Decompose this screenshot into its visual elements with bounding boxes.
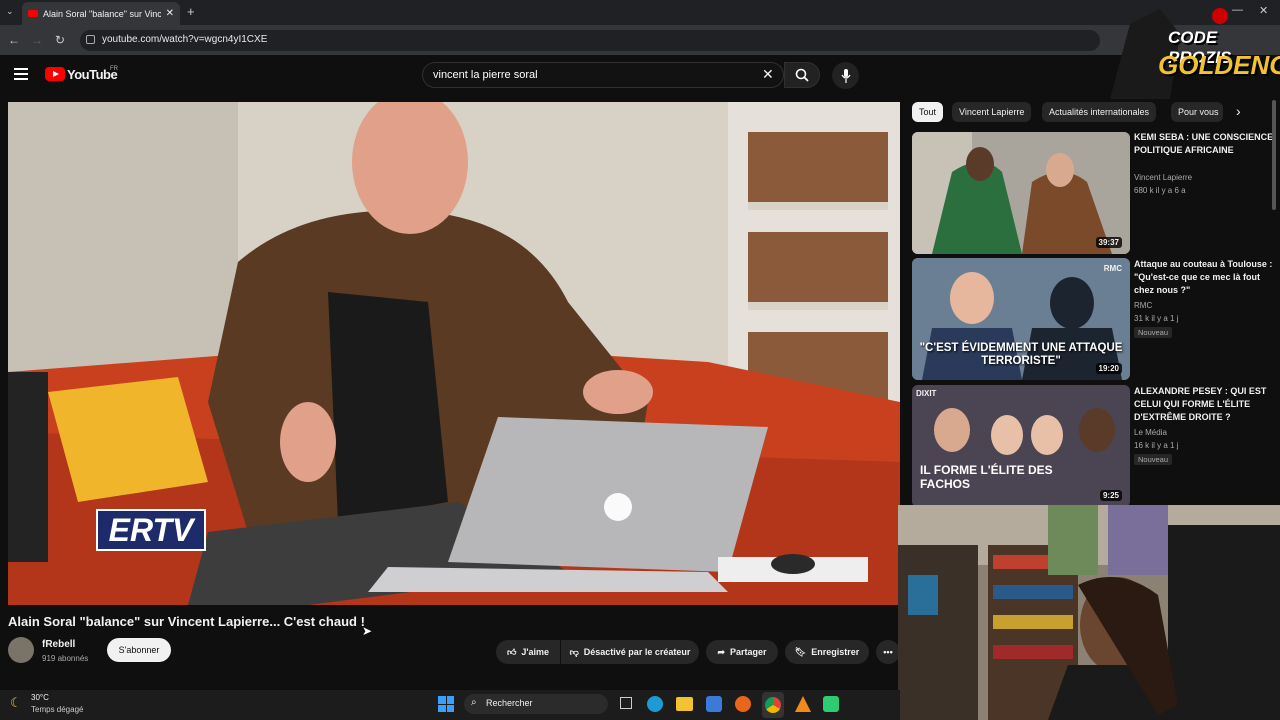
search-icon <box>795 68 809 82</box>
youtube-logo-icon[interactable] <box>45 67 65 81</box>
thumbnail-caption: "C'EST ÉVIDEMMENT UNE ATTAQUE TERRORISTE… <box>919 342 1123 367</box>
chip-all[interactable]: Tout <box>912 102 944 122</box>
voice-search-button[interactable] <box>832 62 859 89</box>
chip-label: Pour vous <box>1178 107 1219 117</box>
thumbnail-tag: RMC <box>1103 264 1122 273</box>
url-text: youtube.com/watch?v=wgcn4yI1CXE <box>102 34 268 45</box>
dislike-button[interactable]: 👎︎ Désactivé par le créateur <box>561 640 699 664</box>
share-icon: ➦ <box>717 646 725 657</box>
related-channel-3[interactable]: Le Média <box>1134 426 1167 439</box>
firefox-icon[interactable] <box>735 696 751 712</box>
new-badge: Nouveau <box>1134 454 1173 465</box>
video-title: Alain Soral "balance" sur Vincent Lapier… <box>8 614 365 629</box>
youtube-favicon-icon <box>28 10 38 17</box>
scrollbar[interactable] <box>1272 100 1276 210</box>
menu-icon[interactable] <box>14 68 28 80</box>
chrome-taskbar-item[interactable] <box>762 692 784 718</box>
temperature: 30°C <box>31 693 49 702</box>
dislike-label: Désactivé par le créateur <box>583 647 691 657</box>
file-explorer-icon[interactable] <box>676 697 693 711</box>
related-thumbnail-1[interactable]: 39:37 <box>912 132 1130 254</box>
chip-vincent-lapierre[interactable]: Vincent Lapierre <box>952 102 1032 122</box>
chrome-icon <box>765 697 781 713</box>
duration-badge: 39:37 <box>1095 237 1122 248</box>
new-tab-button[interactable]: + <box>187 4 195 19</box>
tab-title: Alain Soral "balance" sur Vincent Lapier… <box>43 8 161 19</box>
search-input[interactable]: vincent la pierre soral <box>422 62 784 88</box>
video-player[interactable]: ERTV <box>8 102 900 605</box>
new-badge: Nouveau <box>1134 327 1173 338</box>
chip-label: Vincent Lapierre <box>959 107 1025 117</box>
thumbs-up-icon: 👍︎ <box>506 646 517 657</box>
tab-list-icon[interactable]: ⌄ <box>6 6 14 17</box>
browser-tab[interactable]: Alain Soral "balance" sur Vincent Lapier… <box>22 2 180 25</box>
save-label: Enregistrer <box>811 647 860 657</box>
duration-badge: 19:20 <box>1095 363 1122 374</box>
ertv-watermark: ERTV <box>96 509 206 551</box>
search-icon: ⌕ <box>471 697 477 708</box>
related-title-2[interactable]: Attaque au couteau à Toulouse : "Qu'est-… <box>1134 258 1274 297</box>
webcam-image <box>898 505 1280 720</box>
channel-avatar[interactable] <box>8 637 34 663</box>
subscriber-count: 919 abonnés <box>42 654 89 663</box>
chevron-right-icon[interactable]: › <box>1236 103 1241 119</box>
chip-label: Actualités internationales <box>1049 107 1150 117</box>
close-tab-icon[interactable]: ✕ <box>166 8 174 19</box>
search-button[interactable] <box>784 62 820 88</box>
windows-start-icon[interactable] <box>438 696 454 712</box>
channel-name[interactable]: fRebell <box>42 639 75 650</box>
more-actions-button[interactable]: ••• <box>876 640 900 664</box>
region-label: FR <box>110 66 118 72</box>
more-icon: ••• <box>883 647 893 657</box>
mouse-cursor-icon: ➤ <box>362 624 373 638</box>
related-channel-2[interactable]: RMC <box>1134 299 1152 312</box>
related-channel-1[interactable]: Vincent Lapierre <box>1134 171 1192 184</box>
webcam-feed <box>898 505 1280 720</box>
like-button[interactable]: 👍︎ J'aime <box>496 640 560 664</box>
share-label: Partager <box>730 647 767 657</box>
address-bar[interactable]: youtube.com/watch?v=wgcn4yI1CXE <box>80 30 1100 51</box>
taskbar-search[interactable]: Rechercher <box>464 694 608 714</box>
bookmark-icon: 🔖︎ <box>794 646 807 657</box>
moon-weather-icon: ☾ <box>10 695 22 710</box>
like-label: J'aime <box>521 647 550 657</box>
thumbnail-tag: DIXIT <box>916 389 937 398</box>
chip-label: Tout <box>919 107 937 117</box>
search-value: vincent la pierre soral <box>433 69 538 81</box>
save-button[interactable]: 🔖︎ Enregistrer <box>785 640 869 664</box>
forward-button[interactable]: → <box>31 33 43 47</box>
sponsor-overlay: CODE PROZIS GOLDENG <box>1110 4 1280 99</box>
related-meta-1: 680 k il y a 6 a <box>1134 186 1186 195</box>
chip-pour-vous[interactable]: Pour vous <box>1171 102 1223 122</box>
subscribe-button[interactable]: S'abonner <box>107 638 171 662</box>
related-thumbnail-3[interactable]: IL FORME L'ÉLITE DES FACHOS DIXIT 9:25 <box>912 385 1130 507</box>
share-button[interactable]: ➦ Partager <box>706 640 778 664</box>
weather-status: Temps dégagé <box>31 705 84 714</box>
thumbnail-caption: IL FORME L'ÉLITE DES FACHOS <box>920 463 1053 491</box>
task-view-icon[interactable] <box>620 697 632 709</box>
thumbnail-image <box>912 132 1130 254</box>
duration-badge: 9:25 <box>1099 490 1122 501</box>
site-info-icon[interactable] <box>86 35 95 44</box>
subscribe-label: S'abonner <box>118 645 160 655</box>
chip-actualites[interactable]: Actualités internationales <box>1042 102 1157 122</box>
thumbs-down-icon: 👎︎ <box>569 646 579 657</box>
related-title-1[interactable]: KEMI SEBA : UNE CONSCIENCE POLITIQUE AFR… <box>1134 131 1274 157</box>
app-icon[interactable] <box>823 696 839 712</box>
back-button[interactable]: ← <box>8 33 20 47</box>
taskbar-search-label: Rechercher <box>486 698 533 708</box>
related-meta-2: 31 k il y a 1 j <box>1134 314 1179 323</box>
overlay-line-2: GOLDENG <box>1158 50 1280 80</box>
clear-search-icon[interactable]: ✕ <box>762 66 774 83</box>
edge-icon[interactable] <box>647 696 663 712</box>
microphone-icon <box>841 68 850 83</box>
related-thumbnail-2[interactable]: "C'EST ÉVIDEMMENT UNE ATTAQUE TERRORISTE… <box>912 258 1130 380</box>
reload-button[interactable]: ↻ <box>55 33 65 47</box>
vlc-icon[interactable] <box>795 696 811 712</box>
store-icon[interactable] <box>706 696 722 712</box>
related-title-3[interactable]: ALEXANDRE PESEY : QUI EST CELUI QUI FORM… <box>1134 385 1274 424</box>
related-meta-3: 16 k il y a 1 j <box>1134 441 1179 450</box>
